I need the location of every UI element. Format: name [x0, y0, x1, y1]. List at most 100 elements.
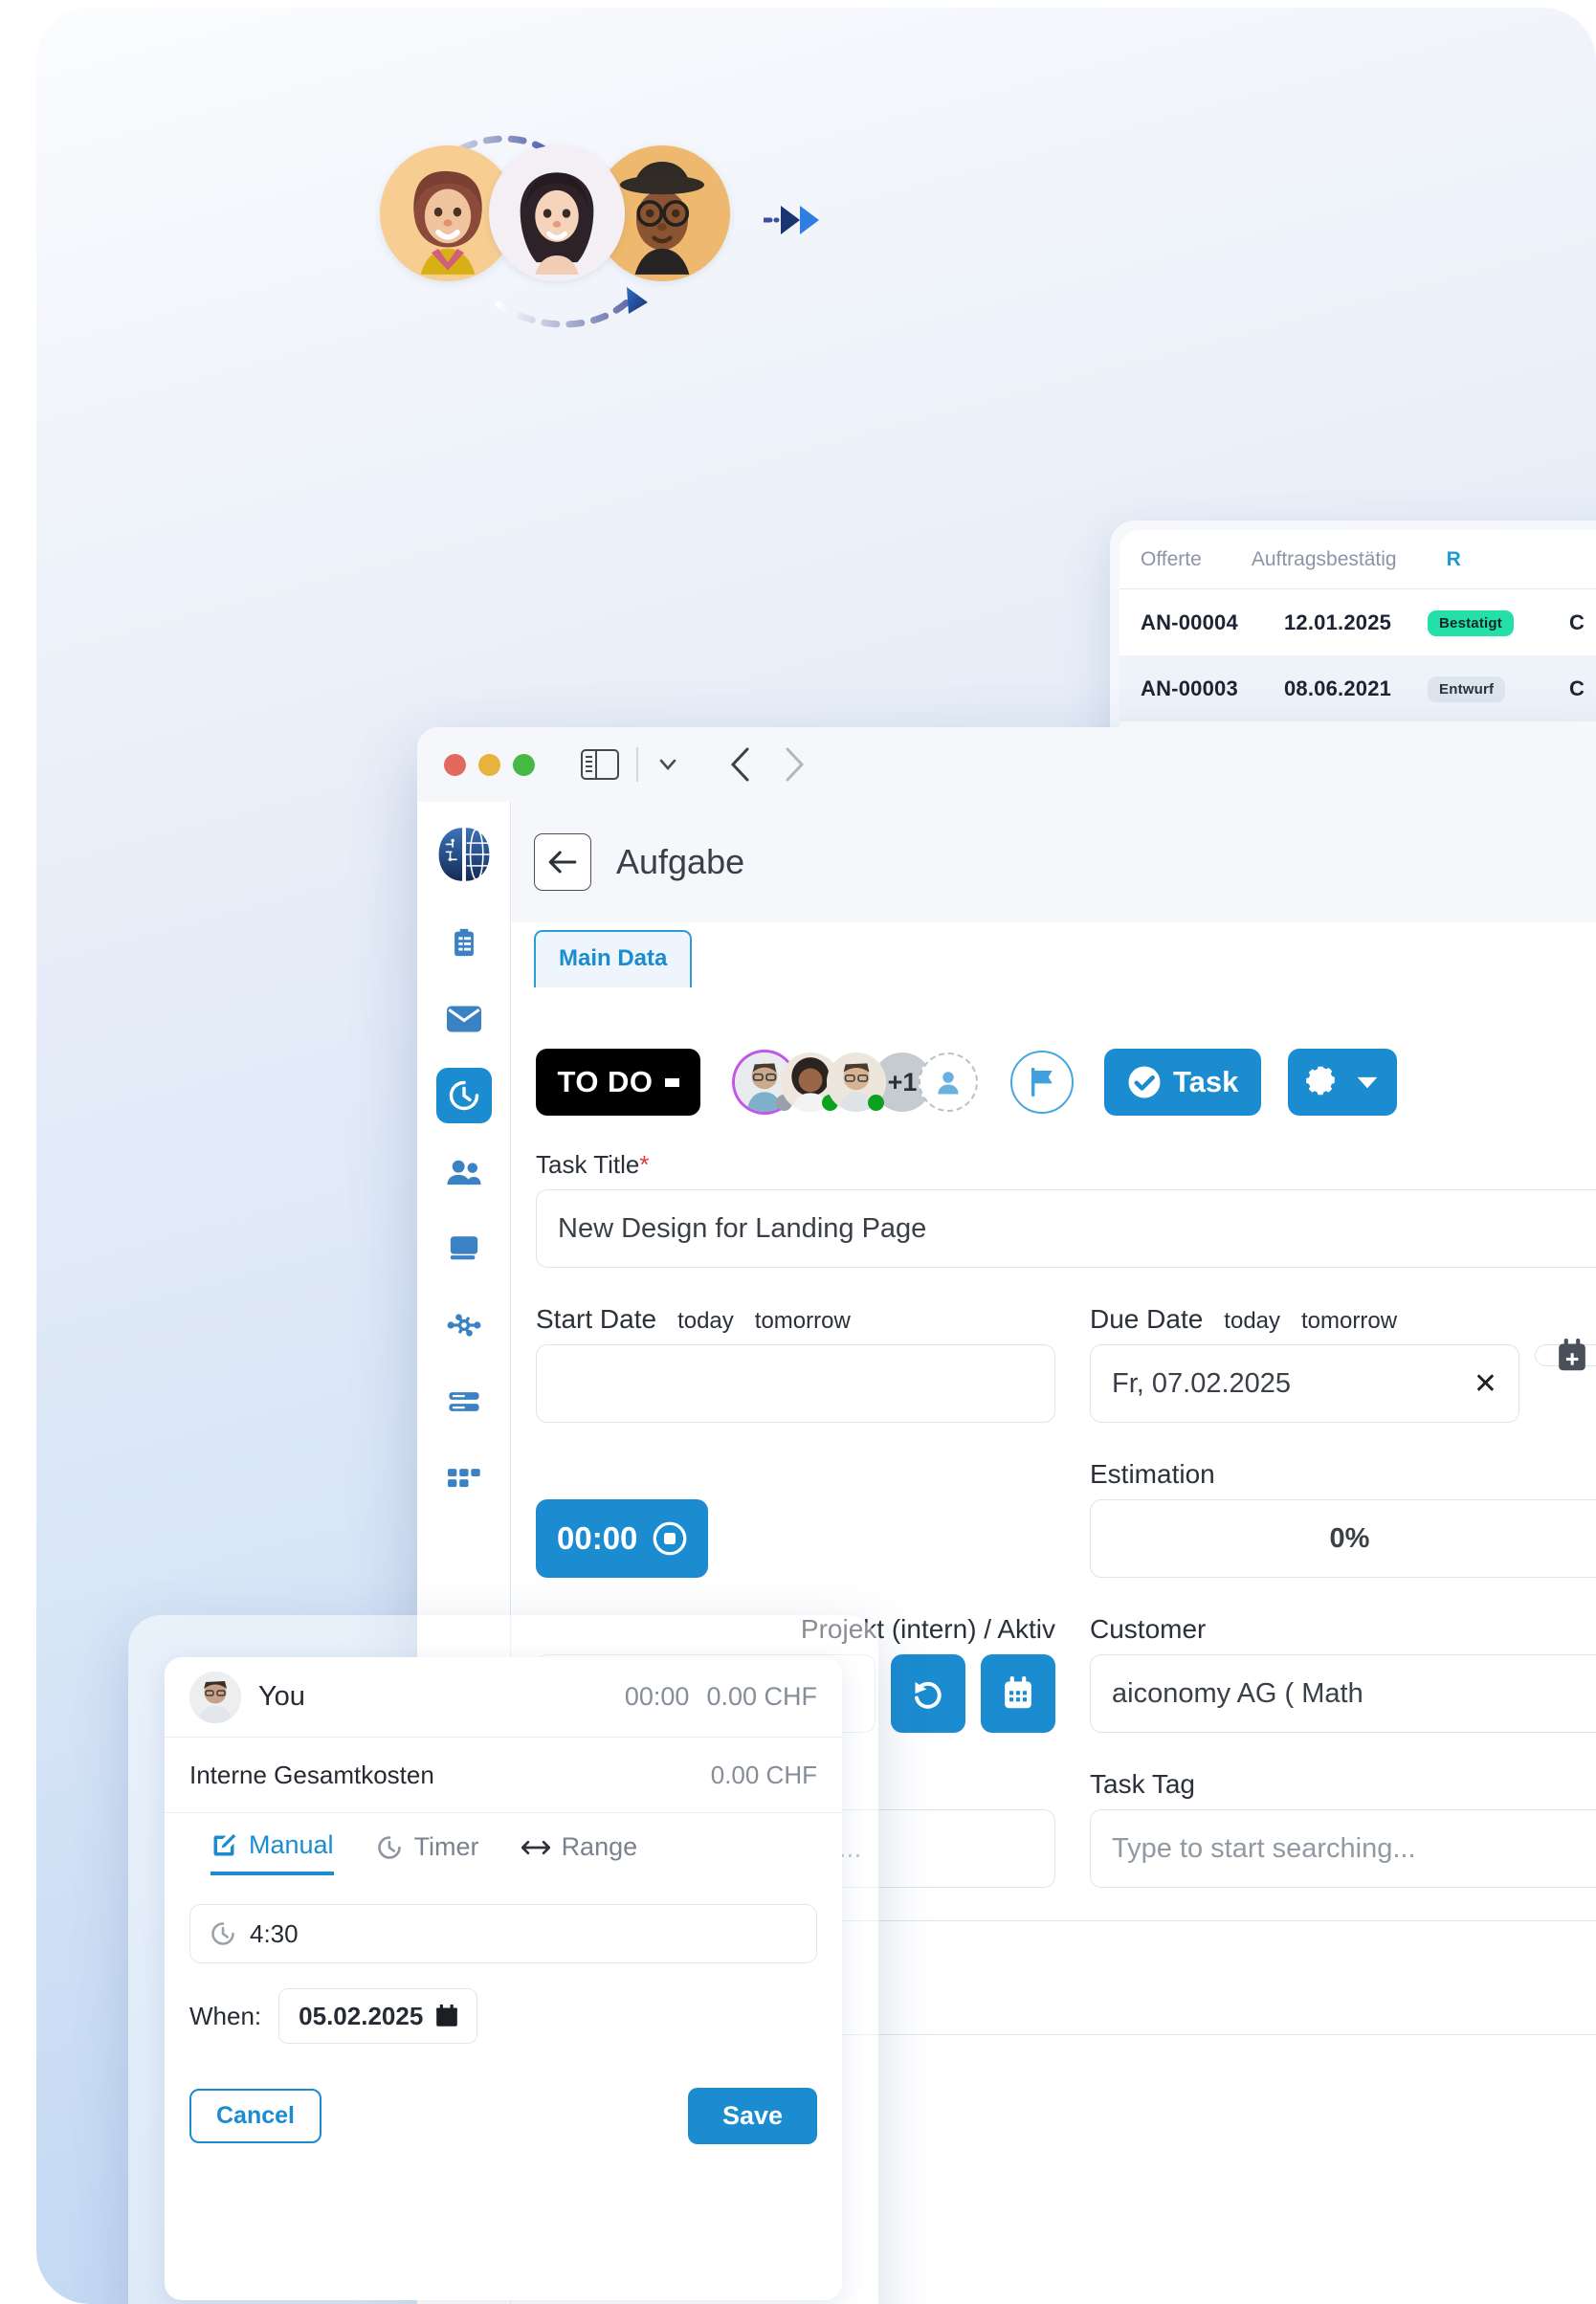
- timer-group: 00:00: [536, 1459, 1055, 1578]
- time-tracker-popup: You 00:00 0.00 CHF Interne Gesamtkosten …: [128, 1615, 878, 2304]
- project-calendar-button[interactable]: [981, 1654, 1055, 1733]
- sidebar-item-clipboard[interactable]: [436, 915, 492, 970]
- close-red-icon[interactable]: [444, 754, 466, 776]
- sidebar-item-mail[interactable]: [436, 991, 492, 1047]
- task-button-label: Task: [1173, 1065, 1238, 1099]
- sidebar-item-people[interactable]: [436, 1144, 492, 1200]
- tracker-buttons: Cancel Save: [189, 2088, 817, 2144]
- sidebar-item-server[interactable]: [436, 1374, 492, 1429]
- sidebar-item-time-tracking[interactable]: [436, 1068, 492, 1123]
- estimation-row: 00:00 Estimation 0%: [536, 1459, 1596, 1578]
- due-date-label: Due Date: [1090, 1304, 1203, 1335]
- avatar[interactable]: [827, 1052, 886, 1112]
- task-title-group: Task Title * New Design for Landing Page: [536, 1150, 1596, 1268]
- due-date-value: Fr, 07.02.2025: [1112, 1368, 1291, 1400]
- close-icon[interactable]: ✕: [1474, 1367, 1497, 1401]
- table-row[interactable]: AN-00003 08.06.2021 Entwurf C: [1119, 655, 1596, 721]
- page-header: Aufgabe: [511, 802, 1596, 922]
- required-marker: *: [639, 1150, 649, 1180]
- brain-globe-logo[interactable]: [432, 823, 496, 886]
- hero-illustration: [376, 122, 826, 333]
- chevron-right-icon[interactable]: [774, 743, 812, 786]
- start-date-today[interactable]: today: [677, 1308, 734, 1335]
- timer-icon: [447, 1078, 481, 1113]
- due-date-today[interactable]: today: [1224, 1308, 1280, 1335]
- customer-input[interactable]: aiconomy AG ( Math: [1090, 1654, 1596, 1733]
- settings-button[interactable]: [1288, 1049, 1397, 1116]
- flag-button[interactable]: [1010, 1051, 1074, 1114]
- estimation-input[interactable]: 0%: [1090, 1499, 1596, 1578]
- avatar: [489, 145, 625, 281]
- maximize-green-icon[interactable]: [513, 754, 535, 776]
- cancel-button[interactable]: Cancel: [189, 2089, 321, 2143]
- minus-icon: [665, 1078, 679, 1087]
- add-assignee-button[interactable]: [919, 1052, 978, 1112]
- caret-down-icon: [1355, 1074, 1380, 1091]
- due-date-calendar-button[interactable]: [1535, 1344, 1596, 1366]
- task-tag-input[interactable]: Type to start searching...: [1090, 1809, 1596, 1888]
- tab-offerte[interactable]: Offerte: [1141, 548, 1202, 571]
- sidebar-item-network[interactable]: [436, 1297, 492, 1353]
- sidebar-item-book[interactable]: [436, 1221, 492, 1276]
- tracker-modes: Manual Timer Range: [165, 1813, 842, 1875]
- page-background: Offerte Auftragsbestätig R AN-00004 12.0…: [36, 8, 1596, 2304]
- customer-group: Customer aiconomy AG ( Math: [1090, 1614, 1596, 1733]
- dates-row: Start Date today tomorrow Due Date today…: [536, 1304, 1596, 1423]
- people-icon: [446, 1158, 482, 1186]
- due-date-input[interactable]: Fr, 07.02.2025 ✕: [1090, 1344, 1519, 1423]
- tracker-mode-timer[interactable]: Timer: [376, 1832, 479, 1873]
- chrome-divider: [636, 747, 638, 782]
- task-tag-label: Task Tag: [1090, 1769, 1195, 1800]
- status-badge: Entwurf: [1428, 675, 1569, 702]
- order-tabs: Offerte Auftragsbestätig R: [1119, 530, 1596, 589]
- status-label: TO DO: [557, 1065, 653, 1099]
- sidebar-toggle-icon[interactable]: [581, 749, 619, 780]
- tracker-mode-range[interactable]: Range: [521, 1832, 638, 1873]
- timer-value: 00:00: [557, 1520, 637, 1557]
- check-circle-icon: [1127, 1065, 1162, 1099]
- clipboard-icon: [448, 926, 480, 959]
- start-date-input[interactable]: [536, 1344, 1055, 1423]
- tracker-when-label: When:: [189, 2002, 261, 2031]
- timer-pill[interactable]: 00:00: [536, 1499, 708, 1578]
- tracker-when-input[interactable]: 05.02.2025: [278, 1988, 477, 2044]
- customer-label: Customer: [1090, 1614, 1206, 1645]
- presence-dot: [868, 1095, 884, 1111]
- chevron-down-icon[interactable]: [655, 752, 680, 777]
- tracker-duration-value: 4:30: [250, 1919, 299, 1949]
- sidebar-item-grid[interactable]: [436, 1451, 492, 1506]
- start-date-tomorrow[interactable]: tomorrow: [755, 1308, 851, 1335]
- timer-icon: [210, 1920, 236, 1947]
- timer-icon: [376, 1834, 403, 1861]
- mail-icon: [447, 1005, 481, 1033]
- tracker-duration-input[interactable]: 4:30: [189, 1904, 817, 1963]
- tab-main-data[interactable]: Main Data: [534, 930, 692, 987]
- browser-chrome: [417, 727, 1596, 802]
- project-reset-button[interactable]: [891, 1654, 965, 1733]
- tab-auftragsbestaetigung[interactable]: Auftragsbestätig: [1252, 548, 1397, 571]
- due-date-tomorrow[interactable]: tomorrow: [1301, 1308, 1397, 1335]
- chevron-left-icon[interactable]: [722, 743, 761, 786]
- back-button[interactable]: [534, 833, 591, 891]
- tracker-when-row: When: 05.02.2025: [189, 1988, 817, 2044]
- person-add-icon: [934, 1068, 963, 1097]
- order-number: AN-00003: [1141, 676, 1284, 701]
- due-date-group: Due Date today tomorrow Fr, 07.02.2025 ✕: [1090, 1304, 1596, 1423]
- start-date-group: Start Date today tomorrow: [536, 1304, 1055, 1423]
- arrows-lr-icon: [521, 1836, 550, 1859]
- tracker-user-name: You: [258, 1681, 608, 1713]
- tracker-mode-manual[interactable]: Manual: [211, 1830, 334, 1875]
- status-button[interactable]: TO DO: [536, 1049, 700, 1116]
- tracker-user-amount: 0.00 CHF: [706, 1682, 817, 1712]
- save-button[interactable]: Save: [688, 2088, 817, 2144]
- table-row[interactable]: AN-00004 12.01.2025 Bestatigt C: [1119, 589, 1596, 655]
- page-title: Aufgabe: [616, 842, 744, 882]
- tab-rechnung[interactable]: R: [1447, 548, 1461, 571]
- order-date: 08.06.2021: [1284, 676, 1428, 701]
- server-icon: [448, 1389, 480, 1414]
- order-date: 12.01.2025: [1284, 610, 1428, 635]
- flag-icon: [1028, 1067, 1056, 1097]
- task-title-input[interactable]: New Design for Landing Page: [536, 1189, 1596, 1268]
- task-button[interactable]: Task: [1104, 1049, 1261, 1116]
- minimize-yellow-icon[interactable]: [478, 754, 500, 776]
